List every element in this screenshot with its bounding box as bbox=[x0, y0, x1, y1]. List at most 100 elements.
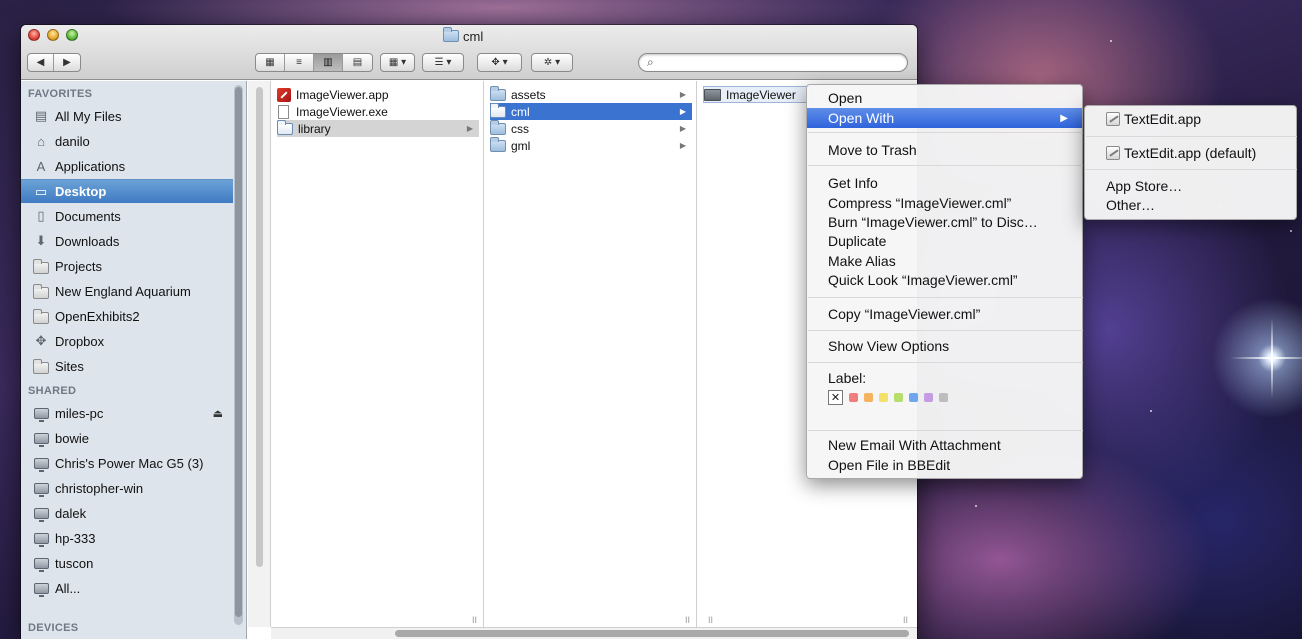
column-view-button[interactable]: ▥ bbox=[314, 54, 343, 71]
sidebar-item-documents[interactable]: ▯ Documents bbox=[21, 204, 233, 228]
submenu-item-other[interactable]: Other… bbox=[1085, 195, 1296, 215]
item-label: ImageViewer.app bbox=[296, 87, 389, 102]
label-yellow-swatch[interactable] bbox=[879, 392, 888, 402]
menu-separator bbox=[808, 132, 1083, 133]
sidebar-item-sites[interactable]: Sites bbox=[21, 354, 233, 378]
action-button[interactable]: ✲ ▾ bbox=[531, 53, 573, 72]
finder-window: cml ◀ ▶ ▦ ≡ ▥ ▤ ▦ ▾ ☰ ▾ ✥ ▾ ✲ ▾ ⌕ FAVORI… bbox=[21, 25, 917, 639]
label-purple-swatch[interactable] bbox=[924, 392, 933, 402]
titlebar: cml ◀ ▶ ▦ ≡ ▥ ▤ ▦ ▾ ☰ ▾ ✥ ▾ ✲ ▾ ⌕ bbox=[21, 25, 917, 80]
menu-item-compress[interactable]: Compress “ImageViewer.cml” bbox=[807, 193, 1082, 213]
close-button[interactable] bbox=[28, 29, 40, 41]
list-item-imageviewer-cml[interactable]: ImageViewer bbox=[703, 86, 813, 103]
list-item-cml[interactable]: cml ▶ bbox=[490, 102, 692, 120]
sidebar-item-hp-333[interactable]: hp-333 bbox=[21, 526, 233, 550]
computer-icon bbox=[33, 557, 49, 572]
dropbox-button[interactable]: ✥ ▾ bbox=[477, 53, 522, 72]
sidebar-item-downloads[interactable]: ⬇ Downloads bbox=[21, 229, 233, 253]
column-scrollbar[interactable] bbox=[256, 87, 263, 567]
sidebar-scrollbar[interactable] bbox=[234, 85, 243, 625]
coverflow-view-button[interactable]: ▤ bbox=[343, 54, 372, 71]
list-item[interactable]: css ▶ bbox=[490, 119, 692, 137]
search-field[interactable]: ⌕ bbox=[638, 53, 908, 72]
computer-icon bbox=[33, 407, 49, 422]
menu-separator bbox=[808, 362, 1083, 363]
menu-item-show-view-options[interactable]: Show View Options bbox=[807, 336, 1082, 356]
eject-icon[interactable]: ⏏ bbox=[213, 407, 223, 420]
submenu-item-label: TextEdit.app bbox=[1124, 111, 1202, 127]
list-item[interactable]: gml ▶ bbox=[490, 136, 692, 154]
submenu-item-textedit-default[interactable]: TextEdit.app (default) bbox=[1085, 143, 1296, 163]
sidebar-item-label: Chris's Power Mac G5 (3) bbox=[55, 455, 204, 471]
label-orange-swatch[interactable] bbox=[864, 392, 873, 402]
label-gray-swatch[interactable] bbox=[939, 392, 948, 402]
dropbox-icon: ✥ bbox=[35, 333, 47, 348]
forward-button[interactable]: ▶ bbox=[54, 54, 80, 71]
search-input[interactable] bbox=[661, 55, 901, 70]
menu-item-copy[interactable]: Copy “ImageViewer.cml” bbox=[807, 304, 1082, 324]
zoom-button[interactable] bbox=[66, 29, 78, 41]
list-item-library[interactable]: library ▶ bbox=[277, 119, 479, 137]
list-item[interactable]: assets ▶ bbox=[490, 85, 692, 103]
folder-icon bbox=[490, 136, 506, 152]
sidebar-item-desktop[interactable]: ▭ Desktop bbox=[21, 179, 233, 203]
column-resize-handle[interactable]: II bbox=[903, 615, 908, 625]
scrollbar-thumb[interactable] bbox=[395, 630, 909, 637]
scrollbar-thumb[interactable] bbox=[235, 87, 242, 617]
sidebar-item-projects[interactable]: Projects bbox=[21, 254, 233, 278]
menu-item-get-info[interactable]: Get Info bbox=[807, 173, 1082, 193]
sidebar-item-all-my-files[interactable]: ▤ All My Files bbox=[21, 104, 233, 128]
minimize-button[interactable] bbox=[47, 29, 59, 41]
window-title: cml bbox=[443, 27, 483, 44]
sidebar-item-christopher-win[interactable]: christopher-win bbox=[21, 476, 233, 500]
menu-item-open[interactable]: Open bbox=[807, 88, 1082, 108]
sidebar-item-tuscon[interactable]: tuscon bbox=[21, 551, 233, 575]
menu-item-quick-look[interactable]: Quick Look “ImageViewer.cml” bbox=[807, 270, 1082, 290]
list-item[interactable]: ImageViewer.app bbox=[277, 86, 479, 103]
sidebar-item-label: christopher-win bbox=[55, 480, 144, 496]
menu-item-new-email[interactable]: New Email With Attachment bbox=[807, 435, 1082, 455]
icon-view-button[interactable]: ▦ bbox=[256, 54, 285, 71]
list-view-button[interactable]: ≡ bbox=[285, 54, 314, 71]
menu-item-make-alias[interactable]: Make Alias bbox=[807, 251, 1082, 271]
textedit-icon bbox=[1106, 146, 1120, 160]
sort-button[interactable]: ☰ ▾ bbox=[422, 53, 464, 72]
label-none-button[interactable]: ✕ bbox=[828, 389, 843, 405]
menu-item-open-with[interactable]: Open With ▶ bbox=[807, 108, 1082, 128]
sidebar-item-label: Applications bbox=[55, 158, 126, 174]
submenu-item-label: TextEdit.app (default) bbox=[1124, 145, 1257, 161]
downloads-icon: ⬇ bbox=[35, 233, 47, 248]
label-green-swatch[interactable] bbox=[894, 392, 903, 402]
submenu-item-textedit[interactable]: TextEdit.app bbox=[1085, 109, 1296, 129]
disclosure-arrow-icon: ▶ bbox=[679, 124, 686, 133]
sidebar-item-new-england-aquarium[interactable]: New England Aquarium bbox=[21, 279, 233, 303]
sidebar-item-openexhibits2[interactable]: OpenExhibits2 bbox=[21, 304, 233, 328]
network-icon bbox=[33, 582, 49, 597]
menu-item-open-in-bbedit[interactable]: Open File in BBEdit bbox=[807, 455, 1082, 475]
list-item[interactable]: ImageViewer.exe bbox=[277, 103, 479, 120]
label-blue-swatch[interactable] bbox=[909, 392, 918, 402]
menu-item-duplicate[interactable]: Duplicate bbox=[807, 231, 1082, 251]
sidebar-item-dropbox[interactable]: ✥ Dropbox bbox=[21, 329, 233, 353]
sidebar-item-danilo[interactable]: ⌂ danilo bbox=[21, 129, 233, 153]
sidebar-item-dalek[interactable]: dalek bbox=[21, 501, 233, 525]
menu-item-burn[interactable]: Burn “ImageViewer.cml” to Disc… bbox=[807, 212, 1082, 232]
arrange-button[interactable]: ▦ ▾ bbox=[380, 53, 415, 72]
sidebar-item-all[interactable]: All... bbox=[21, 576, 233, 600]
open-with-submenu: TextEdit.app TextEdit.app (default) App … bbox=[1084, 105, 1297, 220]
submenu-item-app-store[interactable]: App Store… bbox=[1085, 176, 1296, 196]
label-red-swatch[interactable] bbox=[849, 392, 858, 402]
sidebar-item-label: bowie bbox=[55, 430, 89, 446]
menu-item-move-to-trash[interactable]: Move to Trash bbox=[807, 140, 1082, 160]
sidebar-item-applications[interactable]: A Applications bbox=[21, 154, 233, 178]
sidebar-item-chris-power-mac[interactable]: Chris's Power Mac G5 (3) bbox=[21, 451, 233, 475]
back-button[interactable]: ◀ bbox=[28, 54, 54, 71]
horizontal-scrollbar[interactable] bbox=[271, 627, 917, 639]
column-resize-handle[interactable]: II bbox=[685, 615, 690, 625]
folder-icon bbox=[33, 308, 49, 324]
column-resize-handle[interactable]: II bbox=[472, 615, 477, 625]
folder-icon bbox=[443, 27, 459, 42]
sidebar-item-bowie[interactable]: bowie bbox=[21, 426, 233, 450]
sidebar-item-miles-pc[interactable]: miles-pc ⏏ bbox=[21, 401, 233, 425]
column-resize-handle[interactable]: II bbox=[708, 615, 713, 625]
